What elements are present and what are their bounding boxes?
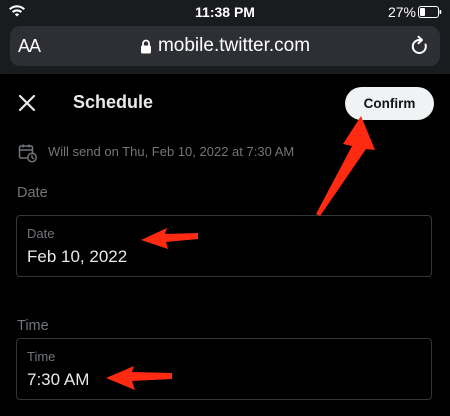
address-bar[interactable]: mobile.twitter.com AA — [10, 26, 440, 66]
reload-icon[interactable] — [410, 35, 430, 57]
date-field-label: Date — [27, 226, 55, 241]
time-field-value: 7:30 AM — [27, 370, 90, 389]
url-display[interactable]: mobile.twitter.com — [10, 26, 440, 66]
close-icon[interactable] — [18, 94, 36, 112]
lock-icon — [140, 39, 151, 53]
date-field-value: Feb 10, 2022 — [27, 247, 128, 266]
date-section-heading: Date — [17, 185, 48, 201]
browser-chrome: 11:38 PM 27% mobile.twitter.com AA — [0, 0, 450, 74]
page-title: Schedule — [73, 92, 154, 112]
url-text: mobile.twitter.com — [157, 35, 311, 56]
scheduled-send-summary: Will send on Thu, Feb 10, 2022 at 7:30 A… — [48, 144, 295, 159]
annotation-arrow-confirm — [316, 116, 375, 216]
confirm-button[interactable]: Confirm — [345, 87, 434, 120]
time-field-label: Time — [27, 349, 56, 364]
time-select[interactable]: Time 7:30 AM — [16, 338, 432, 400]
battery-percentage: 27% — [387, 4, 416, 20]
status-time: 11:38 PM — [195, 4, 255, 20]
text-size-button[interactable]: AA — [18, 36, 41, 57]
date-select[interactable]: Date Feb 10, 2022 — [16, 215, 432, 277]
calendar-clock-icon — [18, 144, 37, 163]
battery-icon — [418, 6, 442, 18]
time-section-heading: Time — [17, 318, 49, 334]
